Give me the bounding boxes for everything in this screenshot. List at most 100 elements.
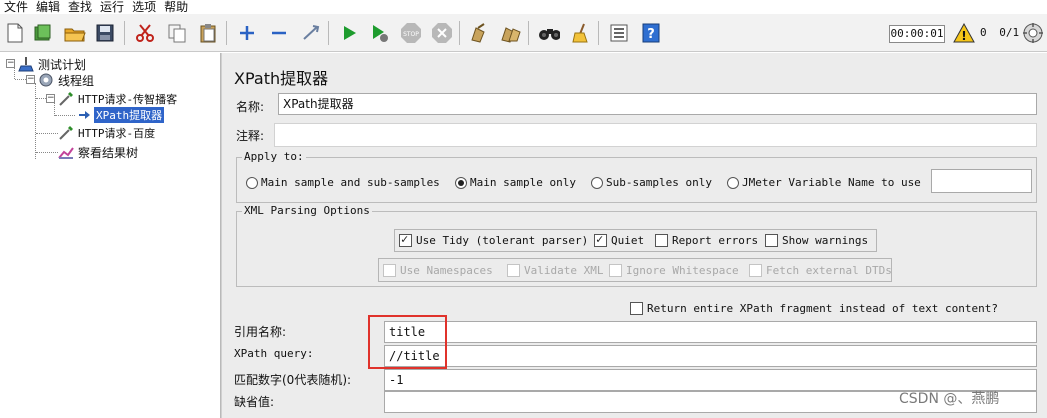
xml-parsing-options-group: XML Parsing Options Use Tidy (tolerant p…: [236, 204, 1037, 287]
reference-name-label: 引用名称:: [234, 325, 287, 339]
tree-label: XPath提取器: [94, 107, 165, 123]
templates-icon[interactable]: [32, 22, 54, 44]
remote-start-icon[interactable]: [1022, 22, 1044, 44]
menu-file[interactable]: 文件: [4, 1, 28, 13]
radio-indicator: [591, 176, 603, 189]
tree-expander-thread-group[interactable]: −: [26, 75, 35, 84]
name-label: 名称:: [236, 100, 265, 114]
radio-indicator: [455, 176, 467, 189]
checkbox-indicator: [507, 264, 520, 277]
checkbox-label: Use Tidy (tolerant parser): [416, 234, 589, 247]
watermark: CSDN @、燕鹏: [899, 391, 1000, 407]
svg-text:?: ?: [647, 27, 655, 42]
clear-icon[interactable]: [468, 22, 490, 44]
tree-label: HTTP请求-传智播客: [78, 93, 178, 106]
reset-search-broom-icon[interactable]: [570, 22, 592, 44]
default-value-label: 缺省值:: [234, 395, 275, 409]
checkbox-label: Return entire XPath fragment instead of …: [647, 302, 998, 315]
copy-icon[interactable]: [166, 22, 188, 44]
clear-all-icon[interactable]: [500, 22, 522, 44]
elapsed-timer: 00:00:01: [889, 25, 945, 43]
show-warnings-checkbox[interactable]: Show warnings: [765, 234, 868, 247]
checkbox-label: Use Namespaces: [400, 264, 493, 277]
page-title: XPath提取器: [234, 69, 329, 88]
checkbox-indicator: [609, 264, 622, 277]
save-icon[interactable]: [94, 22, 116, 44]
checkbox-indicator: [655, 234, 668, 247]
tree-label: 测试计划: [38, 57, 87, 72]
tree-label: 线程组: [58, 73, 95, 88]
menu-bar: 文件 编辑 查找 运行 选项 帮助: [0, 0, 1047, 14]
start-no-pause-icon[interactable]: [369, 22, 391, 44]
pipette-icon: [58, 91, 74, 107]
chart-icon: [58, 144, 74, 160]
comment-label: 注释:: [236, 129, 265, 143]
radio-main-and-sub[interactable]: Main sample and sub-samples: [246, 176, 440, 189]
radio-label: Sub-samples only: [606, 176, 712, 189]
radio-label: Main sample only: [470, 176, 576, 189]
comment-field[interactable]: [274, 123, 1037, 147]
expand-plus-icon[interactable]: [236, 22, 258, 44]
tidy-options-box: Use Tidy (tolerant parser) Quiet Report …: [394, 229, 877, 252]
radio-indicator: [246, 176, 258, 189]
ignore-whitespace-checkbox: Ignore Whitespace: [609, 264, 739, 277]
xpath-query-input[interactable]: //title: [384, 345, 1037, 367]
gear-icon: [38, 72, 54, 88]
xml-options-legend: XML Parsing Options: [242, 204, 372, 217]
svg-text:STOP: STOP: [403, 31, 419, 38]
menu-run[interactable]: 运行: [100, 1, 124, 13]
jmeter-variable-input[interactable]: [931, 169, 1032, 193]
tree-node-http-request-1[interactable]: HTTP请求-传智播客: [58, 91, 179, 107]
radio-jmeter-variable[interactable]: JMeter Variable Name to use: [727, 176, 921, 189]
menu-edit[interactable]: 编辑: [36, 1, 60, 13]
checkbox-indicator: [630, 302, 643, 315]
tree-node-xpath-extractor[interactable]: XPath提取器: [76, 107, 165, 123]
menu-help[interactable]: 帮助: [164, 1, 188, 13]
radio-label: Main sample and sub-samples: [261, 176, 440, 189]
open-icon[interactable]: [64, 22, 86, 44]
toolbar: STOP ? 00:00:01 ! 0 0/1: [0, 14, 1047, 52]
tree-expander-http1[interactable]: −: [46, 94, 55, 103]
xml-validation-options-box: Use Namespaces Validate XML Ignore White…: [378, 258, 892, 282]
reference-name-input[interactable]: title: [384, 321, 1037, 343]
test-plan-tree: − 测试计划 − 线程组 − HTTP请求-传智播客 XPath提取器 HTTP…: [0, 53, 221, 418]
checkbox-label: Ignore Whitespace: [626, 264, 739, 277]
name-field[interactable]: XPath提取器: [278, 93, 1037, 115]
search-binoculars-icon[interactable]: [538, 22, 560, 44]
use-tidy-checkbox[interactable]: Use Tidy (tolerant parser): [399, 232, 589, 247]
fetch-external-dtds-checkbox: Fetch external DTDs: [749, 264, 892, 277]
checkbox-label: Fetch external DTDs: [766, 264, 892, 277]
start-icon[interactable]: [338, 22, 360, 44]
tree-node-view-results-tree[interactable]: 察看结果树: [58, 144, 140, 160]
use-namespaces-checkbox: Use Namespaces: [383, 264, 493, 277]
cut-icon[interactable]: [134, 22, 156, 44]
paste-icon[interactable]: [197, 22, 219, 44]
new-file-icon[interactable]: [4, 22, 26, 44]
tree-label: HTTP请求-百度: [78, 127, 156, 140]
checkbox-indicator: [749, 264, 762, 277]
svg-text:!: !: [961, 29, 966, 43]
toggle-icon[interactable]: [300, 22, 322, 44]
report-errors-checkbox[interactable]: Report errors: [655, 234, 758, 247]
collapse-minus-icon[interactable]: [268, 22, 290, 44]
checkbox-label: Quiet: [611, 234, 645, 247]
tree-node-http-request-2[interactable]: HTTP请求-百度: [58, 125, 157, 141]
menu-options[interactable]: 选项: [132, 1, 156, 13]
radio-sub-only[interactable]: Sub-samples only: [591, 176, 712, 189]
apply-to-legend: Apply to:: [242, 150, 306, 163]
tree-node-thread-group[interactable]: 线程组: [38, 72, 96, 88]
pipette-icon: [58, 125, 74, 141]
xpath-query-label: XPath query:: [234, 347, 314, 360]
function-helper-icon[interactable]: [608, 22, 630, 44]
radio-main-only[interactable]: Main sample only: [455, 176, 576, 189]
menu-search[interactable]: 查找: [68, 1, 92, 13]
help-icon[interactable]: ?: [640, 22, 662, 44]
quiet-checkbox[interactable]: Quiet: [594, 232, 645, 247]
return-fragment-checkbox[interactable]: Return entire XPath fragment instead of …: [630, 302, 998, 315]
tree-expander-plan[interactable]: −: [6, 59, 15, 68]
warning-count: 0: [980, 26, 987, 39]
tree-node-test-plan[interactable]: 测试计划: [18, 56, 88, 72]
warning-triangle-icon[interactable]: !: [953, 22, 975, 46]
checkbox-indicator: [399, 232, 412, 247]
checkbox-label: Report errors: [672, 234, 759, 247]
